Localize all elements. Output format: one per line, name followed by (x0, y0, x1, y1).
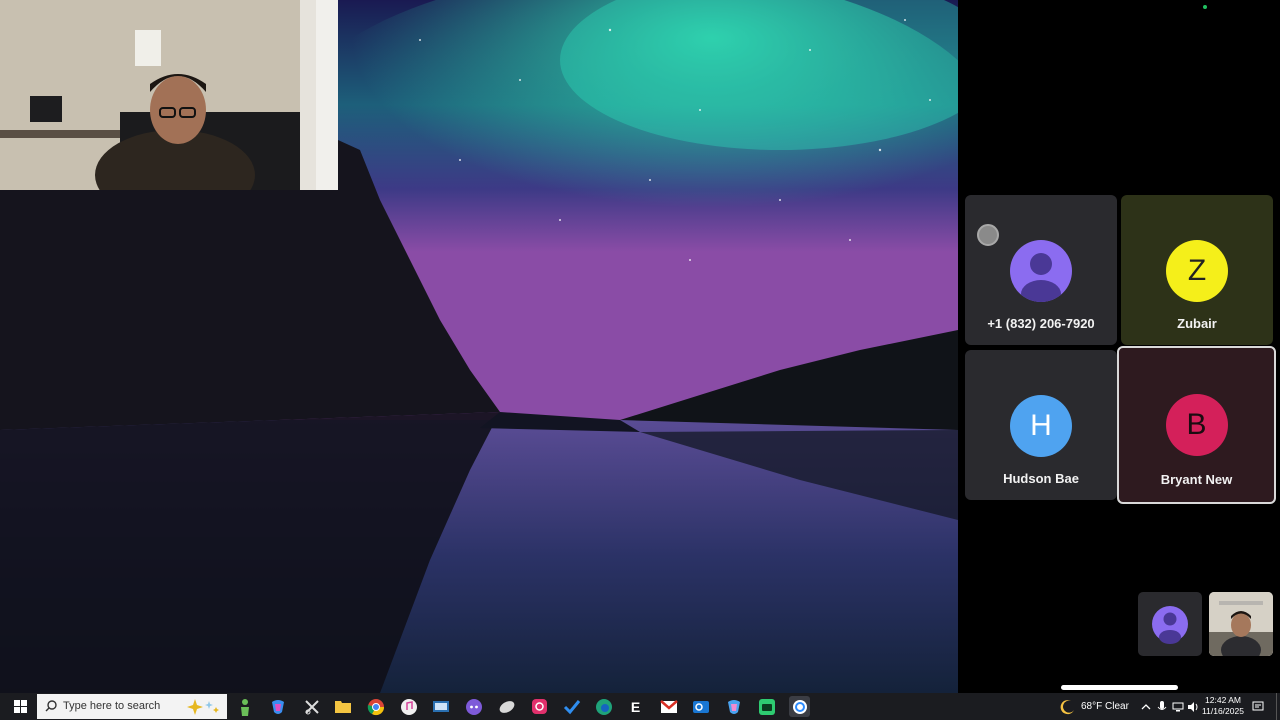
avatar-initial: B (1186, 408, 1207, 441)
clock[interactable]: 12:42 AM 11/16/2025 (1200, 695, 1246, 717)
weather-widget[interactable]: 68°F Clear (1060, 693, 1129, 720)
e-icon[interactable]: E (625, 696, 646, 717)
self-video-preview[interactable] (1209, 592, 1273, 656)
magnifier-icon (45, 700, 57, 712)
snipping-icon[interactable] (301, 696, 322, 717)
notifications-icon[interactable] (1252, 693, 1264, 720)
participant-name: Bryant New (1160, 472, 1233, 487)
cursor-indicator (977, 224, 999, 246)
file-explorer-icon[interactable] (332, 696, 353, 717)
app-icon[interactable] (496, 696, 517, 717)
show-desktop-button[interactable] (1276, 693, 1280, 720)
person-icon (1021, 253, 1061, 302)
avatar-initial: H (1030, 409, 1052, 442)
copilot-pro-icon[interactable] (723, 696, 744, 717)
chevron-up-icon (1141, 703, 1151, 709)
avatar: H (1010, 395, 1072, 457)
outlook-icon[interactable] (690, 696, 711, 717)
chrome-icon[interactable] (365, 696, 386, 717)
copilot-icon[interactable] (267, 696, 288, 717)
avatar: B (1165, 394, 1228, 456)
checkmark-icon[interactable] (561, 696, 582, 717)
clock-time: 12:42 AM (1205, 695, 1241, 705)
search-placeholder: Type here to search (63, 700, 161, 712)
weather-text: 68°F Clear (1081, 701, 1129, 712)
gmail-icon[interactable] (658, 696, 679, 717)
participant-name: Zubair (1177, 316, 1217, 331)
instagram-icon[interactable] (529, 696, 550, 717)
network-icon[interactable] (1172, 693, 1184, 720)
avatar (1010, 240, 1072, 302)
clock-date: 11/16/2025 (1202, 706, 1244, 716)
participant-tile-zubair[interactable]: Z Zubair (1121, 195, 1273, 345)
taskbar: Type here to search E 68°F Clear 12:42 A… (0, 693, 1280, 720)
start-button[interactable] (6, 693, 34, 720)
person-icon (1152, 606, 1188, 644)
figure-icon[interactable] (234, 696, 255, 717)
zoom-icon[interactable] (789, 696, 810, 717)
network-app-icon[interactable] (430, 696, 451, 717)
itunes-icon[interactable] (398, 696, 419, 717)
edge-icon[interactable] (593, 696, 614, 717)
participant-tile-phone[interactable]: +1 (832) 206-7920 (965, 195, 1117, 345)
avatar-initial: Z (1187, 254, 1207, 287)
participant-name: +1 (832) 206-7920 (987, 316, 1095, 331)
scroll-indicator[interactable] (1061, 685, 1178, 690)
windows-logo-icon (13, 700, 27, 713)
moon-icon (1060, 699, 1074, 714)
status-indicator (1203, 5, 1207, 9)
avatar: Z (1166, 240, 1228, 302)
volume-icon[interactable] (1187, 693, 1199, 720)
sparkle-icon (187, 699, 219, 715)
show-hidden-icons[interactable] (1141, 693, 1151, 720)
taskbar-search-box[interactable]: Type here to search (37, 694, 227, 719)
participant-tile-bryant-active[interactable]: B Bryant New (1117, 346, 1276, 504)
discord-icon[interactable] (463, 696, 484, 717)
participant-name: Hudson Bae (1003, 471, 1079, 486)
self-camera-feed (0, 0, 338, 190)
self-avatar-preview[interactable] (1138, 592, 1202, 656)
participant-tile-hudson[interactable]: H Hudson Bae (965, 350, 1117, 500)
microphone-icon[interactable] (1157, 693, 1167, 720)
android-icon[interactable] (756, 696, 777, 717)
